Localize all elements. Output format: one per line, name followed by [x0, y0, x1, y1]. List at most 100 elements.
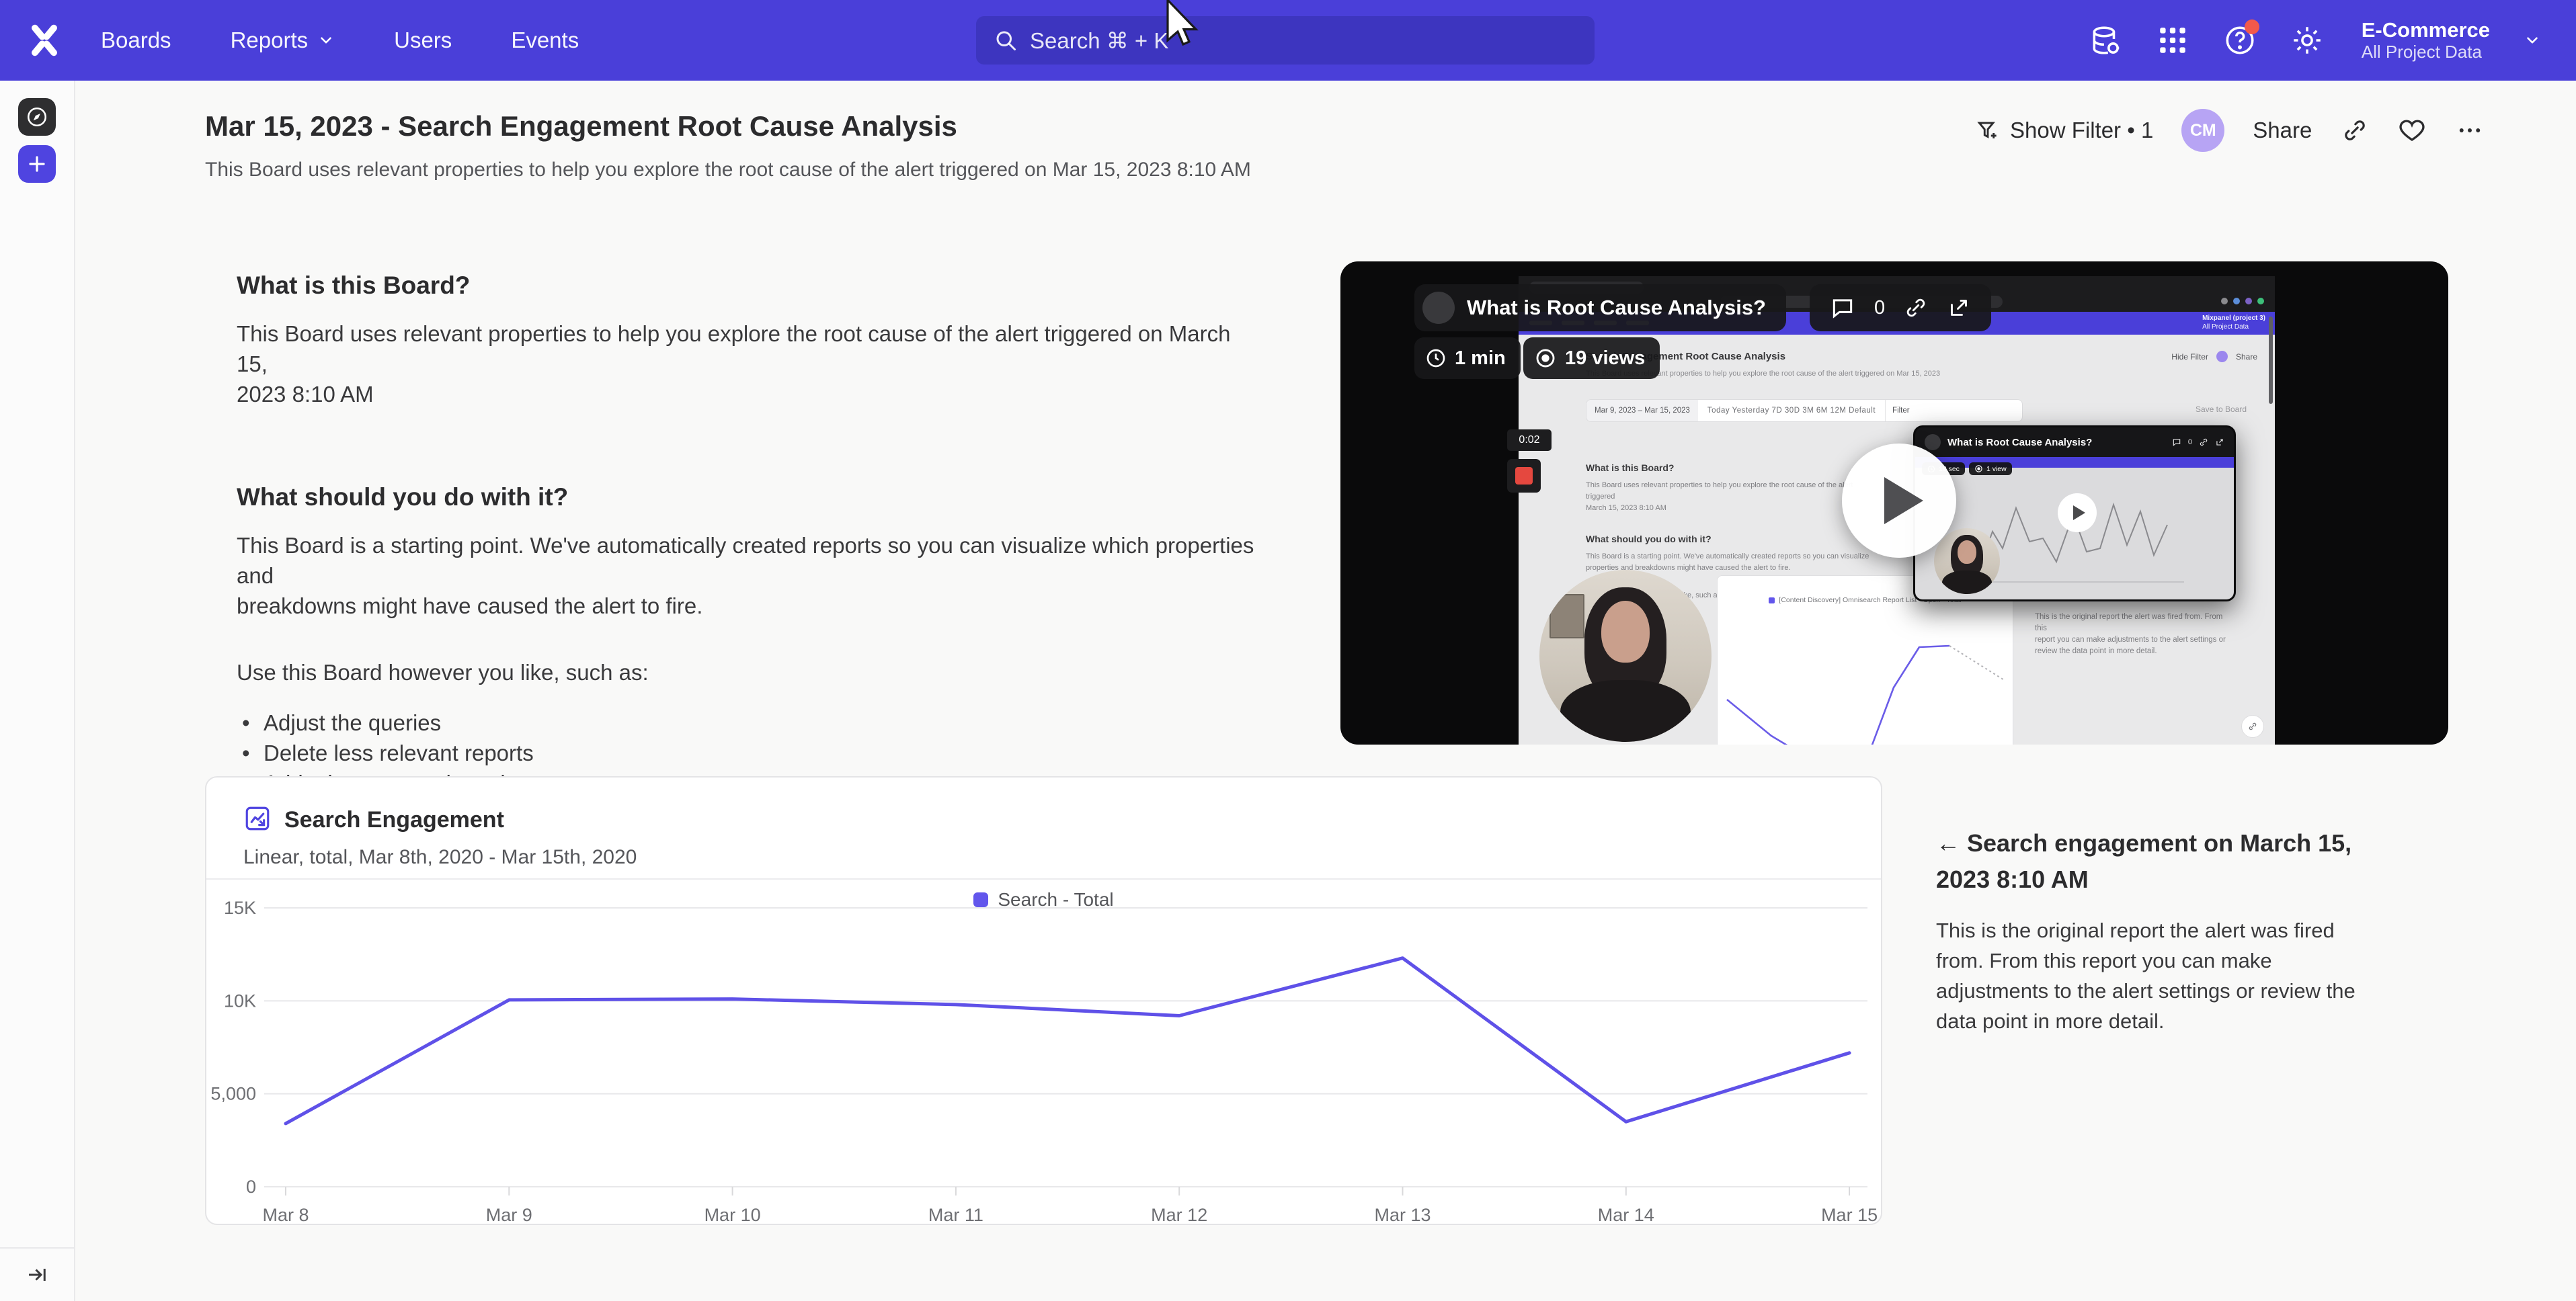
video-duration: 1 min: [1455, 347, 1506, 370]
avatar[interactable]: CM: [2181, 109, 2224, 152]
expand-sidebar-icon: [25, 1263, 49, 1287]
nav-item-boards[interactable]: Boards: [101, 28, 171, 53]
line-chart-icon: [243, 804, 272, 833]
chevron-down-icon: [317, 32, 335, 49]
favorite-button[interactable]: [2398, 116, 2426, 144]
mini-video-titlebar: What is Root Cause Analysis? 0: [1915, 427, 2234, 457]
create-new-button[interactable]: [18, 145, 56, 183]
svg-text:Mar 13: Mar 13: [1374, 1205, 1431, 1225]
share-button[interactable]: Share: [2253, 118, 2312, 143]
video-views: 19 views: [1565, 347, 1645, 370]
nav-item-label: Users: [394, 28, 452, 53]
comment-count: 0: [1874, 297, 1885, 319]
mini-save-to-board: Save to Board: [2196, 405, 2247, 414]
alert-note-body: This is the original report the alert wa…: [1936, 915, 2373, 1036]
nav-item-label: Events: [511, 28, 579, 53]
open-external-icon[interactable]: [1947, 296, 1971, 320]
copy-video-link-icon[interactable]: [1904, 296, 1928, 320]
mini-hide-filter: Hide Filter: [2171, 352, 2208, 362]
mini-legend-swatch: [1769, 597, 1775, 603]
video-presenter-avatar: [1422, 292, 1455, 324]
mini-share: Share: [2236, 352, 2257, 362]
nav-item-label: Boards: [101, 28, 171, 53]
heart-icon: [2398, 116, 2426, 144]
browser-extensions: [2221, 298, 2264, 304]
chevron-down-icon: [2524, 32, 2541, 49]
engagement-chart[interactable]: 15K10K5,0000Mar 8Mar 9Mar 10Mar 11Mar 12…: [206, 864, 1882, 1225]
mini-note-body: This is the original report the alert wa…: [2035, 612, 2237, 657]
notification-dot: [2245, 19, 2259, 34]
mini-paragraph-1: This Board uses relevant properties to h…: [1586, 480, 1875, 514]
compass-icon: [26, 106, 48, 128]
report-card[interactable]: Search Engagement Linear, total, Mar 8th…: [205, 776, 1882, 1225]
mini-date-range-bar: Mar 9, 2023 – Mar 15, 2023 Today Yesterd…: [1586, 399, 2023, 422]
alert-note: ← Search engagement on March 15, 2023 8:…: [1936, 825, 2373, 1036]
mini-report-chart: [1718, 614, 2014, 745]
settings-gear-icon[interactable]: [2290, 24, 2324, 57]
mini-avatar: [2216, 351, 2228, 362]
ellipsis-icon: [2456, 116, 2484, 144]
mouse-cursor: [1166, 0, 1204, 56]
project-name: E-Commerce: [2362, 18, 2490, 42]
mixpanel-board-page: Boards Reports Users Events Search ⌘ + K…: [0, 0, 2576, 1301]
svg-text:0: 0: [246, 1177, 256, 1197]
svg-text:5,000: 5,000: [210, 1084, 256, 1104]
copy-link-button[interactable]: [2341, 117, 2368, 144]
play-icon: [1884, 477, 1923, 524]
mini-video-frame: What is Root Cause Analysis? 0 18 sec 1 …: [1913, 425, 2236, 601]
intro-paragraph-2: This Board is a starting point. We've au…: [237, 530, 1265, 621]
nav-item-users[interactable]: Users: [394, 28, 452, 53]
nav-item-reports[interactable]: Reports: [231, 28, 335, 53]
mini-play-button[interactable]: [2058, 493, 2097, 532]
page-subtitle: This Board uses relevant properties to h…: [205, 159, 1251, 181]
show-filter-button[interactable]: Show Filter • 1: [1975, 118, 2153, 143]
svg-text:Mar 8: Mar 8: [262, 1205, 309, 1225]
mini-project-name: Mixpanel (project 3): [2202, 314, 2265, 322]
search-icon: [994, 28, 1018, 52]
project-scope: All Project Data: [2362, 42, 2482, 62]
more-options-button[interactable]: [2456, 116, 2484, 144]
video-actions-pill: 0: [1810, 284, 1991, 331]
search-placeholder: Search ⌘ + K: [1030, 28, 1168, 54]
show-filter-label: Show Filter • 1: [2010, 118, 2153, 143]
engagement-chart-svg: 15K10K5,0000Mar 8Mar 9Mar 10Mar 11Mar 12…: [206, 864, 1882, 1225]
search-input[interactable]: Search ⌘ + K: [976, 16, 1595, 65]
apps-grid-icon[interactable]: [2156, 24, 2189, 57]
mini-presenter-webcam: [1934, 528, 2000, 594]
help-icon[interactable]: [2223, 24, 2257, 57]
video-player[interactable]: Mixpanel (project 3)All Project Data Sea…: [1340, 261, 2448, 745]
video-views-pill: 19 views: [1523, 337, 1660, 379]
mixpanel-logo-icon[interactable]: [27, 23, 62, 58]
play-button[interactable]: [1842, 444, 1956, 558]
video-duration-pill: 1 min: [1414, 337, 1521, 379]
video-title-pill: What is Root Cause Analysis?: [1414, 284, 1786, 331]
project-switcher[interactable]: E-Commerce All Project Data: [2362, 18, 2490, 62]
recording-time-badge: 0:02: [1507, 429, 1552, 451]
filter-funnel-icon: [1975, 118, 2001, 143]
board-header-controls: Show Filter • 1 CM Share: [1975, 105, 2484, 156]
svg-text:10K: 10K: [224, 991, 256, 1011]
play-icon: [2073, 505, 2085, 520]
intro-text-block: What is this Board? This Board uses rele…: [237, 271, 1265, 829]
mini-date-range: Mar 9, 2023 – Mar 15, 2023: [1586, 400, 1698, 421]
comment-icon[interactable]: [1830, 295, 1855, 321]
mini-filter: Filter: [1885, 400, 1910, 421]
svg-text:Mar 12: Mar 12: [1151, 1205, 1207, 1225]
nav-links: Boards Reports Users Events: [101, 0, 579, 81]
nav-item-events[interactable]: Events: [511, 28, 579, 53]
mini-date-presets: Today Yesterday 7D 30D 3M 6M 12M Default: [1698, 407, 1885, 415]
svg-text:Mar 14: Mar 14: [1598, 1205, 1654, 1225]
views-eye-icon: [1534, 347, 1557, 370]
intro-heading-1: What is this Board?: [237, 271, 1265, 300]
top-nav: Boards Reports Users Events Search ⌘ + K…: [0, 0, 2576, 81]
page-title: Mar 15, 2023 - Search Engagement Root Ca…: [205, 110, 957, 142]
discover-compass-button[interactable]: [18, 98, 56, 136]
intro-heading-2: What should you do with it?: [237, 483, 1265, 511]
mini-heading-1: What is this Board?: [1586, 462, 1674, 473]
nav-right-controls: E-Commerce All Project Data: [2089, 0, 2541, 81]
report-title[interactable]: Search Engagement: [284, 807, 504, 833]
list-item: Adjust the queries: [237, 708, 1265, 738]
data-sources-icon[interactable]: [2089, 24, 2122, 57]
record-icon: [1515, 467, 1533, 485]
expand-sidebar-button[interactable]: [0, 1247, 74, 1301]
